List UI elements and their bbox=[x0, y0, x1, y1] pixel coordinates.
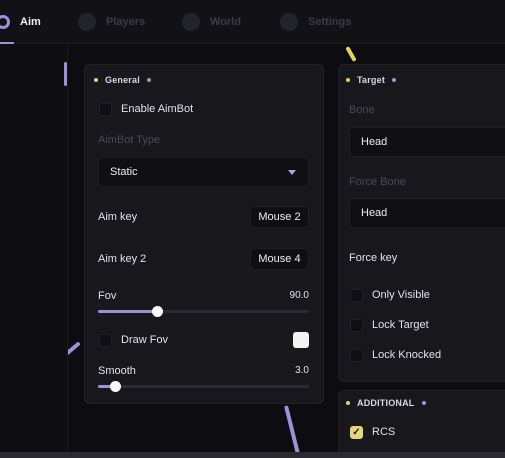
smooth-value: 3.0 bbox=[295, 365, 309, 376]
fov-color-swatch[interactable] bbox=[293, 332, 309, 348]
globe-icon bbox=[182, 13, 200, 31]
crosshair-icon bbox=[0, 15, 10, 29]
bullet-dot bbox=[346, 78, 350, 82]
fov-label: Fov bbox=[98, 290, 117, 302]
section-title: Target bbox=[357, 75, 386, 85]
aimbot-type-dropdown[interactable]: Static bbox=[98, 157, 309, 187]
aimbot-type-label: AimBot Type bbox=[98, 134, 161, 146]
tab-label: World bbox=[210, 16, 241, 28]
general-section-header: General bbox=[94, 75, 151, 85]
force-bone-dropdown[interactable]: Head bbox=[349, 198, 505, 228]
bottom-border bbox=[0, 452, 505, 458]
force-key-label: Force key bbox=[349, 252, 398, 264]
key-value: Mouse 2 bbox=[258, 211, 301, 223]
chevron-down-icon bbox=[288, 170, 296, 175]
bullet-dot bbox=[94, 78, 98, 82]
bullet-dot bbox=[146, 78, 151, 82]
force-bone-label: Force Bone bbox=[349, 176, 406, 188]
gear-icon bbox=[280, 13, 298, 31]
aim-key-2-label: Aim key 2 bbox=[98, 253, 147, 265]
left-side-strip bbox=[0, 44, 68, 458]
fov-slider-thumb[interactable] bbox=[152, 306, 164, 317]
check-icon: ✓ bbox=[352, 427, 361, 438]
draw-fov-label: Draw Fov bbox=[121, 334, 169, 346]
bullet-dot bbox=[421, 401, 426, 405]
enable-aimbot-checkbox[interactable] bbox=[99, 103, 112, 116]
only-visible-checkbox[interactable] bbox=[350, 289, 363, 302]
tab-world[interactable]: World bbox=[182, 0, 241, 44]
aim-key-2-bind-button[interactable]: Mouse 4 bbox=[250, 248, 309, 270]
lock-knocked-checkbox[interactable] bbox=[350, 349, 363, 362]
lock-target-label: Lock Target bbox=[372, 319, 429, 331]
bone-label: Bone bbox=[349, 104, 375, 116]
only-visible-label: Only Visible bbox=[372, 289, 430, 301]
section-title: ADDITIONAL bbox=[357, 398, 415, 408]
tab-aim[interactable]: Aim bbox=[0, 0, 41, 44]
lock-knocked-label: Lock Knocked bbox=[372, 349, 442, 361]
enable-aimbot-label: Enable AimBot bbox=[121, 103, 194, 115]
aim-key-bind-button[interactable]: Mouse 2 bbox=[250, 206, 309, 228]
fov-slider-fill bbox=[98, 310, 158, 313]
aim-settings-window: Aim Players World Settings General Enabl… bbox=[0, 0, 505, 458]
tab-label: Players bbox=[106, 16, 146, 28]
smooth-label: Smooth bbox=[98, 365, 136, 377]
bullet-dot bbox=[346, 401, 350, 405]
target-section-header: Target bbox=[346, 75, 397, 85]
additional-section-header: ADDITIONAL bbox=[346, 398, 426, 408]
rcs-checkbox[interactable]: ✓ bbox=[350, 426, 363, 439]
aim-key-label: Aim key bbox=[98, 211, 138, 223]
decor-line-top bbox=[345, 46, 357, 62]
section-title: General bbox=[105, 75, 140, 85]
bullet-dot bbox=[392, 78, 397, 82]
dropdown-value: Static bbox=[110, 166, 138, 178]
bone-dropdown[interactable]: Head bbox=[349, 127, 505, 157]
users-icon bbox=[78, 13, 96, 31]
tab-settings[interactable]: Settings bbox=[280, 0, 351, 44]
decor-line-center bbox=[284, 405, 300, 455]
rcs-label: RCS bbox=[372, 426, 396, 438]
dropdown-value: Head bbox=[361, 136, 388, 148]
fov-value: 90.0 bbox=[289, 290, 309, 301]
tab-label: Aim bbox=[20, 16, 41, 28]
top-nav: Aim Players World Settings bbox=[0, 0, 505, 44]
smooth-slider-thumb[interactable] bbox=[109, 381, 121, 392]
dropdown-value: Head bbox=[361, 207, 388, 219]
lock-target-checkbox[interactable] bbox=[350, 319, 363, 332]
strip-accent bbox=[64, 62, 67, 86]
smooth-slider[interactable] bbox=[98, 381, 309, 392]
tab-players[interactable]: Players bbox=[78, 0, 145, 44]
tab-label: Settings bbox=[308, 16, 352, 28]
fov-slider[interactable] bbox=[98, 306, 309, 317]
general-panel bbox=[84, 64, 324, 404]
draw-fov-checkbox[interactable] bbox=[99, 334, 112, 347]
key-value: Mouse 4 bbox=[258, 253, 301, 265]
